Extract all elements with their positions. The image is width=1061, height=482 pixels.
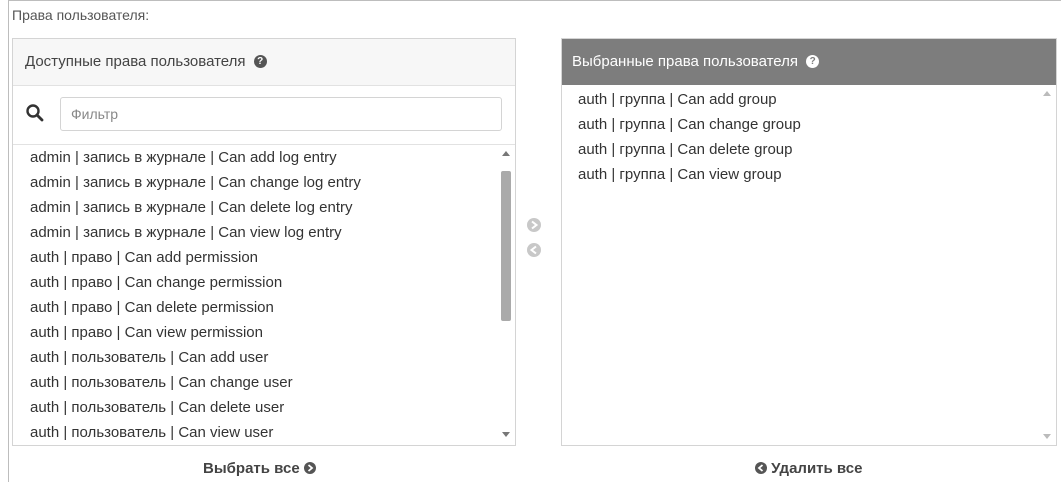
permission-option[interactable]: admin | запись в журнале | Can change lo… — [13, 170, 499, 195]
arrow-left-circle-icon — [529, 245, 537, 255]
scrollbar-thumb[interactable] — [501, 171, 511, 321]
choose-all-label: Выбрать все — [203, 460, 300, 477]
chosen-permissions-list[interactable]: auth | группа | Can add group auth | груп… — [562, 85, 1056, 187]
permission-option[interactable]: auth | право | Can add permission — [13, 245, 499, 270]
permission-option[interactable]: auth | право | Can change permission — [13, 270, 499, 295]
chosen-scrollbar[interactable] — [1040, 85, 1054, 445]
help-icon[interactable]: ? — [806, 54, 820, 68]
permission-option[interactable]: auth | группа | Can add group — [562, 87, 1056, 112]
arrow-right-circle-icon — [303, 462, 316, 475]
available-scrollbar[interactable] — [499, 145, 513, 443]
arrow-left-circle-icon — [755, 462, 767, 475]
available-panel-header: Доступные права пользователя ? — [13, 39, 515, 86]
chosen-panel-header: Выбранные права пользователя ? — [562, 39, 1056, 85]
permission-option[interactable]: auth | пользователь | Can change user — [13, 370, 499, 395]
available-permissions-panel: Доступные права пользователя ? admin | з… — [12, 38, 516, 446]
remove-all-label: Удалить все — [771, 460, 863, 477]
permission-option[interactable]: auth | пользователь | Can delete user — [13, 395, 499, 420]
filter-row — [13, 86, 515, 145]
scroll-down-arrow-icon[interactable] — [502, 432, 510, 437]
permission-option[interactable]: auth | пользователь | Can add user — [13, 345, 499, 370]
remove-all-link[interactable]: Удалить все — [755, 460, 862, 477]
permission-option[interactable]: auth | пользователь | Can view user — [13, 420, 499, 445]
permission-option[interactable]: auth | группа | Can delete group — [562, 137, 1056, 162]
chosen-panel-title: Выбранные права пользователя — [572, 53, 799, 70]
add-permission-button[interactable] — [527, 218, 541, 232]
permission-option[interactable]: auth | группа | Can change group — [562, 112, 1056, 137]
scroll-up-arrow-icon[interactable] — [1043, 91, 1051, 96]
filter-input[interactable] — [60, 97, 502, 131]
available-panel-title: Доступные права пользователя — [25, 53, 246, 70]
search-icon — [26, 104, 44, 122]
permission-option[interactable]: admin | запись в журнале | Can add log e… — [13, 145, 499, 170]
scroll-down-arrow-icon[interactable] — [1043, 434, 1051, 439]
chosen-permissions-panel: Выбранные права пользователя ? auth | гр… — [561, 38, 1057, 446]
help-icon[interactable]: ? — [253, 54, 267, 68]
choose-all-link[interactable]: Выбрать все — [203, 460, 316, 477]
permission-option[interactable]: auth | право | Can delete permission — [13, 295, 499, 320]
permission-option[interactable]: admin | запись в журнале | Can view log … — [13, 220, 499, 245]
field-label: Права пользователя: — [12, 7, 150, 23]
permission-option[interactable]: admin | запись в журнале | Can delete lo… — [13, 195, 499, 220]
permission-option[interactable]: auth | право | Can view permission — [13, 320, 499, 345]
arrow-right-circle-icon — [531, 220, 539, 230]
permission-option[interactable]: auth | группа | Can view group — [562, 162, 1056, 187]
available-permissions-list[interactable]: admin | запись в журнале | Can add log e… — [13, 145, 499, 445]
scroll-up-arrow-icon[interactable] — [502, 151, 510, 156]
remove-permission-button[interactable] — [527, 243, 541, 257]
